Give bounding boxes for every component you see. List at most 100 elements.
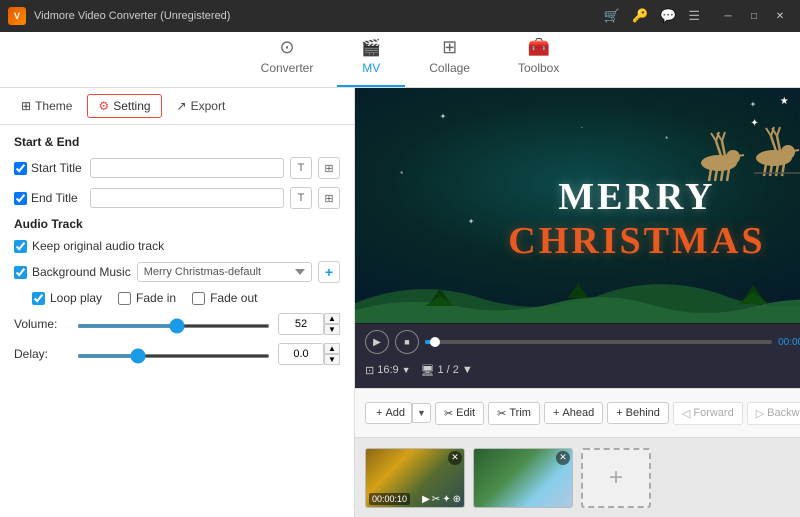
- volume-row: Volume: 52 ▲ ▼: [14, 313, 340, 335]
- settings-panel: Start & End Start Title Vidmore Video Co…: [0, 125, 354, 517]
- progress-wrap: [425, 340, 772, 344]
- add-dropdown-button[interactable]: ▼: [412, 403, 431, 423]
- bg-music-select[interactable]: Merry Christmas-default: [137, 262, 312, 282]
- audio-options-row: Loop play Fade in Fade out: [14, 291, 340, 305]
- edit-button[interactable]: ✂ Edit: [435, 402, 484, 425]
- clip-cut-icon[interactable]: ✂: [432, 494, 440, 505]
- volume-spinner: ▲ ▼: [324, 313, 340, 335]
- bg-music-checkbox[interactable]: [14, 266, 27, 279]
- volume-down-button[interactable]: ▼: [324, 324, 340, 335]
- delay-down-button[interactable]: ▼: [324, 354, 340, 365]
- menu-icon[interactable]: ☰: [688, 8, 700, 24]
- start-title-input[interactable]: Vidmore Video Converter: [90, 158, 284, 178]
- volume-input[interactable]: 52: [278, 313, 324, 335]
- film-clip-2[interactable]: ✕: [473, 448, 573, 508]
- key-icon[interactable]: 🔑: [632, 8, 648, 24]
- tab-mv[interactable]: 🎬 MV: [337, 30, 405, 87]
- collage-icon: ⊞: [442, 37, 457, 58]
- keep-original-row: Keep original audio track: [14, 239, 340, 253]
- setting-button[interactable]: ⚙ Setting: [87, 94, 161, 118]
- delay-label: Delay:: [14, 347, 69, 361]
- snowflake: ·: [581, 123, 584, 132]
- backward-button[interactable]: ▷ Backward: [747, 402, 800, 425]
- export-button[interactable]: ↗ Export: [166, 94, 237, 118]
- start-title-row: Start Title Vidmore Video Converter T ⊞: [14, 157, 340, 179]
- theme-button[interactable]: ⊞ Theme: [10, 94, 83, 118]
- export-icon: ↗: [177, 99, 187, 113]
- add-button[interactable]: + Add: [365, 402, 412, 424]
- maximize-button[interactable]: □: [742, 6, 766, 26]
- page-selector[interactable]: 🖥 1/2 ▼: [421, 364, 473, 377]
- add-clip-button[interactable]: +: [581, 448, 651, 508]
- volume-slider[interactable]: [77, 324, 270, 328]
- progress-dot: [430, 337, 440, 347]
- clip-add-icon[interactable]: ⊕: [453, 494, 461, 505]
- clip-close-1[interactable]: ✕: [448, 451, 462, 465]
- end-title-grid-btn[interactable]: ⊞: [318, 187, 340, 209]
- add-music-button[interactable]: +: [318, 261, 340, 283]
- volume-up-button[interactable]: ▲: [324, 313, 340, 324]
- clip-play-icon[interactable]: ▶: [422, 494, 430, 505]
- volume-label: Volume:: [14, 317, 69, 331]
- end-title-input[interactable]: Vidmore Video Converter: [90, 188, 284, 208]
- start-title-grid-btn[interactable]: ⊞: [318, 157, 340, 179]
- delay-slider[interactable]: [77, 354, 270, 358]
- add-icon: +: [376, 407, 382, 419]
- behind-button[interactable]: + Behind: [607, 402, 669, 424]
- close-button[interactable]: ✕: [768, 6, 792, 26]
- cart-icon[interactable]: 🛒: [604, 8, 620, 24]
- end-title-font-btn[interactable]: T: [290, 187, 312, 209]
- fade-out-checkbox[interactable]: [192, 292, 205, 305]
- preview-area: ✦ * ✦ * · * ✦ · * ★ ✦ ★: [355, 88, 800, 323]
- delay-slider-wrap: [77, 347, 270, 361]
- bg-music-row: Background Music Merry Christmas-default…: [14, 261, 340, 283]
- aspect-ratio-selector[interactable]: ⊡ 16:9 ▼: [365, 364, 411, 377]
- main-content: ⊞ Theme ⚙ Setting ↗ Export Start & End S…: [0, 88, 800, 517]
- chat-icon[interactable]: 💬: [660, 8, 676, 24]
- clip-star-icon[interactable]: ✦: [442, 494, 450, 505]
- keep-original-checkbox[interactable]: [14, 240, 27, 253]
- fade-in-label: Fade in: [118, 291, 176, 305]
- clip-close-2[interactable]: ✕: [556, 451, 570, 465]
- forward-icon: ◁: [682, 407, 690, 420]
- progress-bar[interactable]: [425, 340, 772, 344]
- ahead-button[interactable]: + Ahead: [544, 402, 603, 424]
- minimize-button[interactable]: ─: [716, 6, 740, 26]
- play-button[interactable]: ▶: [365, 330, 389, 354]
- snowflake: *: [400, 170, 403, 179]
- theme-icon: ⊞: [21, 99, 31, 113]
- sub-toolbar: ⊞ Theme ⚙ Setting ↗ Export: [0, 88, 354, 125]
- backward-icon: ▷: [756, 407, 764, 420]
- delay-row: Delay: 0.0 ▲ ▼: [14, 343, 340, 365]
- window-controls: ─ □ ✕: [716, 6, 792, 26]
- end-title-checkbox[interactable]: [14, 192, 27, 205]
- snowflake: *: [665, 135, 668, 144]
- start-title-label: Start Title: [14, 161, 84, 175]
- keep-original-label: Keep original audio track: [14, 239, 164, 253]
- film-clip-1[interactable]: 00:00:10 ✕ ▶ ✂ ✦ ⊕: [365, 448, 465, 508]
- tab-converter[interactable]: ⊙ Converter: [237, 29, 338, 87]
- monitor-icon: 🖥: [421, 364, 435, 377]
- right-panel: ✦ * ✦ * · * ✦ · * ★ ✦ ★: [355, 88, 800, 517]
- tab-toolbox[interactable]: 🧰 Toolbox: [494, 29, 583, 87]
- start-title-font-btn[interactable]: T: [290, 157, 312, 179]
- titlebar: V Vidmore Video Converter (Unregistered)…: [0, 0, 800, 32]
- trim-button[interactable]: ✂ Trim: [488, 402, 540, 425]
- ground: [355, 268, 800, 323]
- tab-collage[interactable]: ⊞ Collage: [405, 29, 494, 87]
- playback-controls: ▶ ■ 00:00:00.08/00:00:17.10 🔊: [365, 330, 800, 354]
- forward-button[interactable]: ◁ Forward: [673, 402, 743, 425]
- fade-in-checkbox[interactable]: [118, 292, 131, 305]
- playback-row2: ⊡ 16:9 ▼ 🖥 1/2 ▼ Export: [365, 358, 800, 382]
- delay-input[interactable]: 0.0: [278, 343, 324, 365]
- loop-play-label: Loop play: [32, 291, 102, 305]
- audio-track-title: Audio Track: [14, 217, 340, 231]
- delay-up-button[interactable]: ▲: [324, 343, 340, 354]
- toolbox-icon: 🧰: [527, 37, 549, 58]
- stop-button[interactable]: ■: [395, 330, 419, 354]
- christmas-title: MERRY CHRISTMAS: [508, 175, 765, 263]
- delay-spinner: ▲ ▼: [324, 343, 340, 365]
- app-title: Vidmore Video Converter (Unregistered): [34, 10, 604, 22]
- start-title-checkbox[interactable]: [14, 162, 27, 175]
- loop-play-checkbox[interactable]: [32, 292, 45, 305]
